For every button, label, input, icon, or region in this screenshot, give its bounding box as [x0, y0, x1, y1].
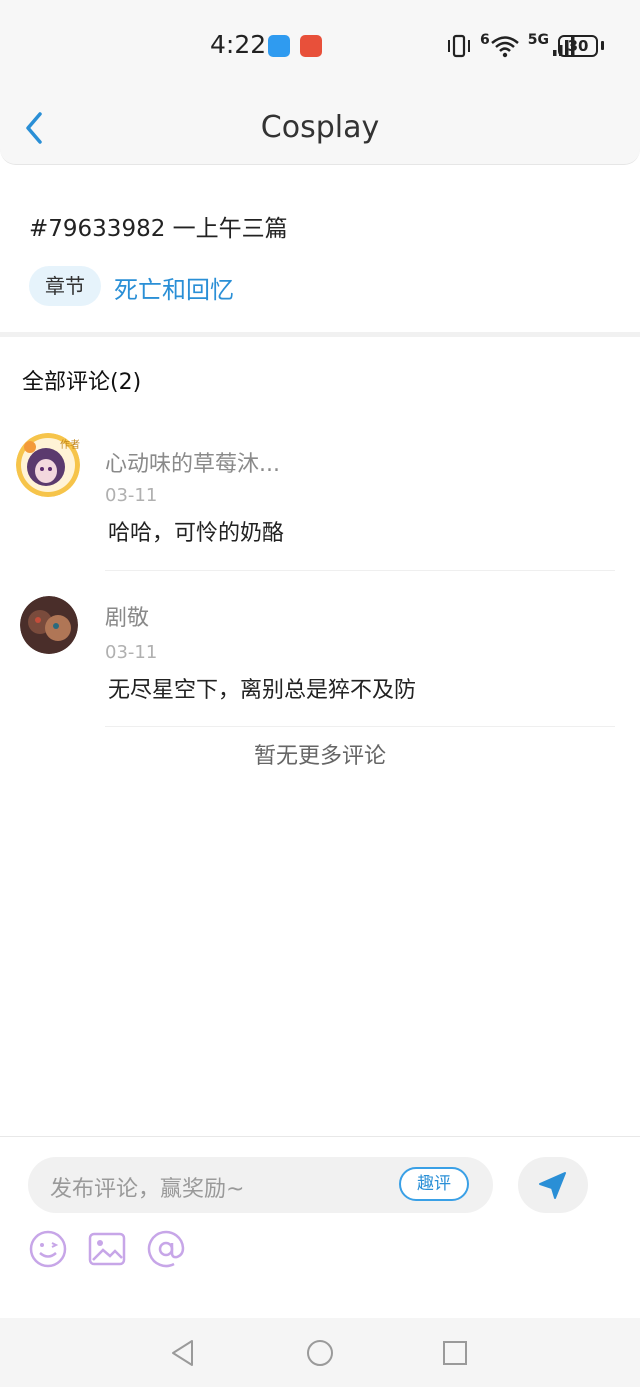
- nav-bar: Cosplay: [0, 90, 640, 165]
- system-recents-button[interactable]: [438, 1336, 472, 1370]
- comments-title: 全部评论(2): [22, 370, 142, 395]
- avatar[interactable]: [20, 596, 78, 654]
- app-notification-icon: [300, 35, 322, 57]
- section-divider: [0, 332, 640, 337]
- author-badge: 作者: [60, 440, 80, 451]
- circle-home-icon: [307, 1340, 333, 1366]
- battery-tip: [601, 41, 604, 50]
- triangle-back-icon: [172, 1340, 193, 1366]
- chapter-link[interactable]: 死亡和回忆: [114, 270, 234, 305]
- comment-text: 哈哈，可怜的奶酪: [108, 521, 285, 546]
- mention-button[interactable]: [146, 1229, 186, 1269]
- comment-composer: 发布评论，赢奖励~ 趣评: [0, 1136, 640, 1319]
- status-bar: 4:22 6 5G 30: [0, 0, 640, 90]
- comment-author[interactable]: 剧敬: [105, 600, 149, 632]
- avatar-image: [20, 596, 78, 654]
- wifi-badge: 6: [480, 32, 490, 48]
- quping-button[interactable]: 趣评: [399, 1167, 469, 1201]
- comment-input[interactable]: 发布评论，赢奖励~ 趣评: [28, 1157, 493, 1213]
- emoji-icon: [29, 1230, 67, 1268]
- at-icon: [147, 1230, 185, 1268]
- send-button[interactable]: [518, 1157, 588, 1213]
- chat-notification-icon: [268, 35, 290, 57]
- comment-author[interactable]: 心动味的草莓沐...: [105, 446, 280, 478]
- comment-text: 无尽星空下，离别总是猝不及防: [108, 678, 417, 703]
- comment-item: 作者 心动味的草莓沐... 03-11 哈哈，可怜的奶酪: [0, 426, 640, 571]
- system-back-button[interactable]: [166, 1336, 200, 1370]
- comment-divider: [105, 570, 615, 571]
- notification-icons: [268, 35, 322, 57]
- battery-indicator: 30: [558, 35, 598, 57]
- image-button[interactable]: [87, 1229, 127, 1269]
- system-nav-bar: [0, 1318, 640, 1387]
- page-title: Cosplay: [260, 110, 380, 145]
- no-more-comments: 暂无更多评论: [253, 744, 386, 769]
- square-recents-icon: [443, 1341, 467, 1365]
- image-icon: [88, 1232, 126, 1266]
- post-header: #79633982 一上午三篇 章节 死亡和回忆: [0, 165, 640, 333]
- network-type: 5G: [527, 32, 549, 48]
- system-home-button[interactable]: [303, 1336, 337, 1370]
- input-placeholder: 发布评论，赢奖励~: [50, 1177, 245, 1202]
- comment-date: 03-11: [105, 642, 158, 663]
- emoji-button[interactable]: [28, 1229, 68, 1269]
- paper-plane-icon: [539, 1172, 566, 1199]
- comment-item: 剧敬 03-11 无尽星空下，离别总是猝不及防: [0, 586, 640, 728]
- chapter-chip: 章节: [29, 266, 101, 306]
- status-time: 4:22: [210, 30, 267, 59]
- vibrate-icon: [448, 34, 470, 58]
- comment-divider: [105, 726, 615, 727]
- post-id-title: #79633982 一上午三篇: [29, 216, 288, 242]
- wifi-icon: [490, 36, 519, 58]
- comment-date: 03-11: [105, 485, 158, 506]
